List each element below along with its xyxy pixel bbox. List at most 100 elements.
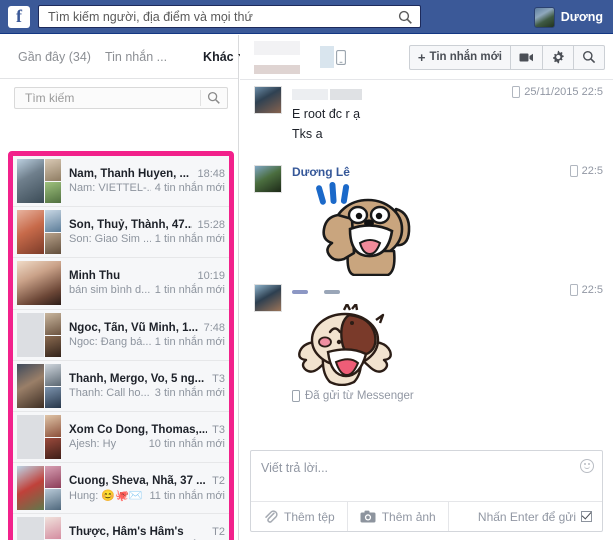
avatar: [17, 415, 44, 460]
sidebar-search-box[interactable]: [14, 87, 228, 109]
list-item[interactable]: Ngoc, Tấn, Vũ Minh, 1... 7:48 Ngoc: Đang…: [13, 309, 229, 361]
thread-avatars: [17, 363, 61, 408]
search-icon[interactable]: [398, 10, 413, 25]
avatar: [254, 284, 282, 312]
global-search-box[interactable]: [38, 5, 421, 28]
avatar: [17, 261, 61, 306]
thread-meta: Ngoc, Tấn, Vũ Minh, 1... 7:48 Ngoc: Đang…: [61, 322, 225, 348]
facebook-top-bar: f Dương: [0, 0, 613, 34]
conversation-panel: + Tin nhắn mới E root đc r ạ 25/11/2015 …: [240, 35, 613, 540]
thread-time: 18:48: [197, 168, 225, 181]
attach-file-label: Thêm tệp: [284, 509, 335, 524]
message-timestamp: 25/11/2015 22:5: [512, 86, 603, 98]
avatar: [45, 466, 61, 489]
video-call-button[interactable]: [510, 44, 543, 70]
message-thread[interactable]: E root đc r ạ 25/11/2015 22:5 Tks a Dươn…: [240, 80, 613, 448]
reply-placeholder: Viết trả lời...: [261, 461, 329, 475]
thread-avatars: [17, 261, 61, 306]
sidebar-tabs: Gần đây (34) Tin nhắn ... Khác: [0, 35, 246, 79]
search-icon[interactable]: [207, 91, 221, 105]
reply-input-area[interactable]: Viết trả lời...: [251, 451, 602, 501]
message: E root đc r ạ 25/11/2015 22:5: [254, 86, 603, 121]
global-search-input[interactable]: [46, 8, 391, 25]
thread-meta: Xom Co Dong, Thomas,... T3 Ajesh: Hy 10 …: [61, 424, 225, 450]
thread-meta: Nam, Thanh Huyen, ... 18:48 Nam: VIETTEL…: [61, 168, 225, 194]
sidebar-search-input[interactable]: [23, 90, 193, 106]
message: Tks a: [254, 127, 603, 155]
list-item[interactable]: Nam, Thanh Huyen, ... 18:48 Nam: VIETTEL…: [13, 156, 229, 208]
conversation-search-button[interactable]: [573, 44, 605, 70]
avatar: [45, 438, 61, 460]
new-message-button[interactable]: + Tin nhắn mới: [408, 44, 511, 70]
message-composer[interactable]: Viết trả lời... Thêm tệp Thêm ảnh Nhấn E…: [250, 450, 603, 532]
conversation-list[interactable]: Nam, Thanh Huyen, ... 18:48 Nam: VIETTEL…: [13, 156, 229, 540]
press-enter-to-send-toggle[interactable]: Nhấn Enter để gửi: [478, 510, 602, 524]
avatar: [533, 6, 555, 28]
thread-time: T3: [212, 424, 225, 437]
list-item[interactable]: Cuong, Sheva, Nhã, 37 ... T2 Hung: 😊🐙✉️ …: [13, 463, 229, 515]
avatar: [45, 517, 61, 540]
thread-time: T2: [212, 474, 225, 487]
thread-unread-count: 1 tin nhắn mới: [154, 233, 225, 246]
thread-time: 7:48: [203, 321, 225, 334]
avatar: [17, 312, 44, 357]
thread-avatars: [17, 210, 61, 255]
thread-unread-count: 1 tin nhắn mới: [154, 284, 225, 297]
message-timestamp: 22:5: [569, 165, 603, 177]
sent-from-label: Đã gửi từ Messenger: [292, 390, 603, 402]
messenger-page: f Dương Gần đây (34) Tin nhắn ... Khác: [0, 0, 613, 540]
sidebar-search-wrap: [0, 79, 238, 115]
thread-snippet: Ajesh: Hy: [69, 438, 117, 451]
avatar: [254, 165, 282, 193]
paperclip-icon: [263, 509, 278, 524]
timestamp-text: 22:5: [581, 165, 603, 177]
smiley-icon[interactable]: [580, 459, 594, 473]
checkbox[interactable]: [581, 511, 592, 522]
avatar: [45, 363, 61, 386]
thread-unread-count: 10 tin nhắn mới: [148, 438, 225, 451]
list-item[interactable]: Minh Thu 10:19 bán sim bình d... 1 tin n…: [13, 258, 229, 310]
press-enter-label: Nhấn Enter để gửi: [477, 509, 576, 524]
camera-icon: [360, 510, 376, 523]
thread-time: T2: [212, 526, 225, 539]
settings-button[interactable]: [542, 44, 574, 70]
conversation-actions: + Tin nhắn mới: [408, 44, 605, 70]
thread-name: Nam, Thanh Huyen, ...: [69, 168, 190, 181]
list-item[interactable]: Son, Thuỷ, Thành, 47... 15:28 Son: Giao …: [13, 207, 229, 259]
thread-avatars: [17, 415, 61, 460]
tab-messages[interactable]: Tin nhắn ...: [105, 50, 167, 64]
avatar: [45, 210, 61, 233]
new-message-label: Tin nhắn mới: [429, 51, 503, 63]
attach-photo-label: Thêm ảnh: [381, 509, 436, 524]
list-item[interactable]: Thược, Hâm's Hâm's T2 Thược: Xin lỗi! ..…: [13, 514, 229, 540]
tab-recent[interactable]: Gần đây (34): [18, 50, 91, 64]
thread-unread-count: 4 tin nhắn mới: [154, 182, 225, 195]
avatar: [45, 233, 61, 255]
thread-unread-count: 3 tin nhắn mới: [154, 386, 225, 399]
attach-file-button[interactable]: Thêm tệp: [251, 502, 348, 531]
redacted-name: [254, 64, 300, 74]
thread-name: Thanh, Mergo, Vo, 5 ng...: [69, 372, 205, 385]
conversation-header: + Tin nhắn mới: [240, 35, 613, 80]
timestamp-text: 25/11/2015 22:5: [524, 86, 603, 98]
avatar: [45, 489, 61, 511]
avatar: [17, 517, 44, 540]
message-text: E root đc r ạ: [292, 107, 361, 121]
search-divider: [200, 90, 201, 106]
avatar: [254, 86, 282, 114]
thread-snippet: Thanh: Call ho...: [69, 386, 150, 399]
thread-avatars: [17, 159, 61, 204]
list-item[interactable]: Xom Co Dong, Thomas,... T3 Ajesh: Hy 10 …: [13, 411, 229, 464]
message-text: Tks a: [292, 127, 323, 141]
sent-from-text: Đã gửi từ Messenger: [305, 390, 414, 402]
user-menu[interactable]: Dương: [533, 6, 603, 28]
message: 22:5 Đã gửi từ Messenger: [254, 284, 603, 402]
thread-meta: Son, Thuỷ, Thành, 47... 15:28 Son: Giao …: [61, 219, 225, 245]
avatar: [45, 335, 61, 357]
facebook-logo-icon[interactable]: f: [8, 5, 30, 28]
attach-photo-button[interactable]: Thêm ảnh: [348, 502, 449, 531]
list-item[interactable]: Thanh, Mergo, Vo, 5 ng... T3 Thanh: Call…: [13, 360, 229, 412]
redacted-block: [320, 46, 334, 68]
sender-name: Dương Lê: [292, 165, 350, 179]
avatar: [17, 363, 44, 408]
